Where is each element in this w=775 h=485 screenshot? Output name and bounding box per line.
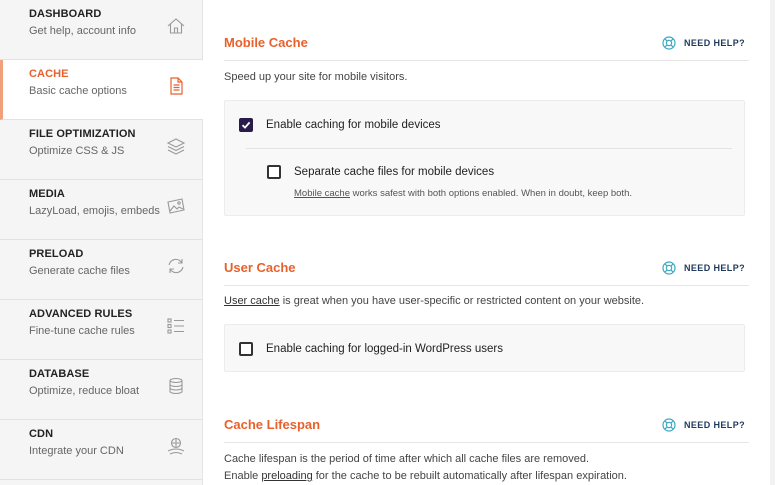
- database-icon: [165, 375, 187, 397]
- mobile-cache-note: Mobile cache works safest with both opti…: [294, 188, 632, 199]
- sidebar-item-cdn[interactable]: CDN Integrate your CDN: [0, 420, 203, 480]
- need-help-button[interactable]: NEED HELP?: [662, 418, 745, 432]
- checkmark-icon: [241, 121, 251, 129]
- sidebar-item-dashboard[interactable]: DASHBOARD Get help, account info: [0, 0, 203, 60]
- app-window: DASHBOARD Get help, account info CACHE B…: [0, 0, 775, 485]
- cache-lifespan-header: Cache Lifespan NEED HELP?: [224, 417, 749, 443]
- option-label: Separate cache files for mobile devices: [294, 166, 495, 178]
- sidebar-item-preload[interactable]: PRELOAD Generate cache files: [0, 240, 203, 300]
- mobile-cache-link[interactable]: Mobile cache: [294, 188, 350, 199]
- need-help-button[interactable]: NEED HELP?: [662, 36, 745, 50]
- need-help-label: NEED HELP?: [683, 263, 745, 273]
- sidebar-item-database[interactable]: DATABASE Optimize, reduce bloat: [0, 360, 203, 420]
- enable-mobile-cache-checkbox[interactable]: [239, 118, 253, 132]
- home-icon: [165, 15, 187, 37]
- need-help-label: NEED HELP?: [683, 420, 745, 430]
- mobile-cache-options: Enable caching for mobile devices Separa…: [224, 100, 745, 216]
- section-title: Cache Lifespan: [224, 417, 321, 432]
- lifebuoy-icon: [662, 261, 676, 275]
- lifebuoy-icon: [662, 36, 676, 50]
- sidebar: DASHBOARD Get help, account info CACHE B…: [0, 0, 203, 485]
- refresh-icon: [165, 255, 187, 277]
- mobile-cache-header: Mobile Cache NEED HELP?: [224, 35, 749, 61]
- sidebar-item-media[interactable]: MEDIA LazyLoad, emojis, embeds: [0, 180, 203, 240]
- option-label: Enable caching for logged-in WordPress u…: [266, 343, 503, 355]
- user-cache-header: User Cache NEED HELP?: [224, 260, 749, 286]
- enable-logged-in-cache-checkbox[interactable]: [239, 342, 253, 356]
- file-icon: [165, 75, 187, 97]
- scrollbar[interactable]: [770, 0, 775, 485]
- need-help-label: NEED HELP?: [683, 38, 745, 48]
- enable-logged-in-cache-option[interactable]: Enable caching for logged-in WordPress u…: [239, 342, 503, 356]
- main-content: Mobile Cache NEED HELP? Speed up your si…: [203, 0, 770, 485]
- section-title: User Cache: [224, 260, 296, 275]
- preloading-link[interactable]: preloading: [261, 470, 312, 482]
- sidebar-item-file-optimization[interactable]: FILE OPTIMIZATION Optimize CSS & JS: [0, 120, 203, 180]
- layers-icon: [165, 135, 187, 157]
- cache-lifespan-description-line1: Cache lifespan is the period of time aft…: [224, 453, 590, 465]
- option-label: Enable caching for mobile devices: [266, 119, 441, 131]
- mobile-cache-description: Speed up your site for mobile visitors.: [224, 71, 408, 83]
- image-icon: [165, 195, 187, 217]
- separate-mobile-cache-option[interactable]: Separate cache files for mobile devices: [267, 165, 494, 179]
- divider: [246, 148, 732, 149]
- cache-lifespan-description-line2: Enable preloading for the cache to be re…: [224, 470, 627, 482]
- need-help-button[interactable]: NEED HELP?: [662, 261, 745, 275]
- sidebar-item-cache[interactable]: CACHE Basic cache options: [0, 60, 203, 120]
- list-icon: [165, 315, 187, 337]
- enable-mobile-cache-option[interactable]: Enable caching for mobile devices: [239, 118, 441, 132]
- user-cache-options: Enable caching for logged-in WordPress u…: [224, 324, 745, 372]
- section-title: Mobile Cache: [224, 35, 308, 50]
- user-cache-description: User cache is great when you have user-s…: [224, 295, 645, 307]
- sidebar-item-advanced-rules[interactable]: ADVANCED RULES Fine-tune cache rules: [0, 300, 203, 360]
- separate-mobile-cache-checkbox[interactable]: [267, 165, 281, 179]
- lifebuoy-icon: [662, 418, 676, 432]
- cdn-icon: [165, 435, 187, 457]
- user-cache-link[interactable]: User cache: [224, 295, 280, 307]
